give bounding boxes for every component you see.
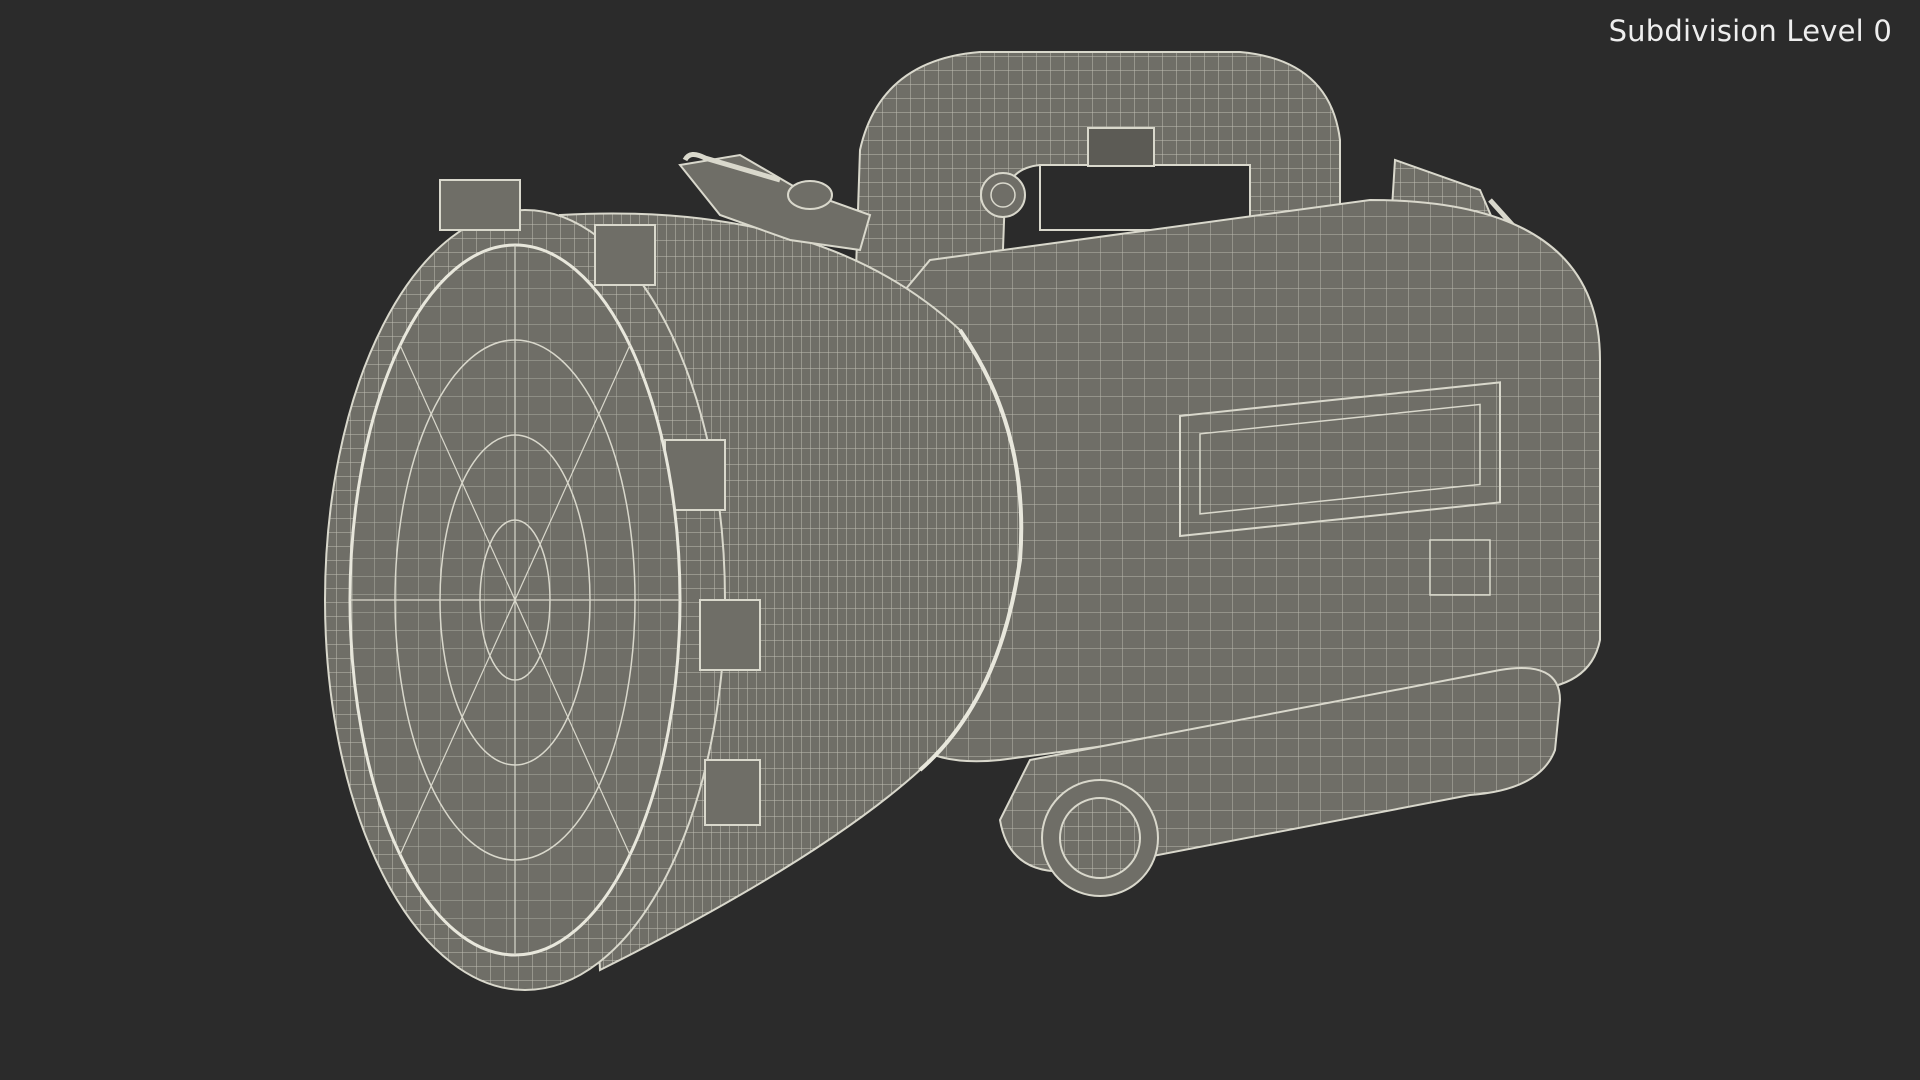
flashlight-wireframe-icon xyxy=(324,51,1601,991)
viewport-canvas[interactable]: Subdivision Level 0 xyxy=(0,0,1920,1080)
subdivision-level-label: Subdivision Level 0 xyxy=(1608,14,1892,48)
lens xyxy=(348,243,682,957)
